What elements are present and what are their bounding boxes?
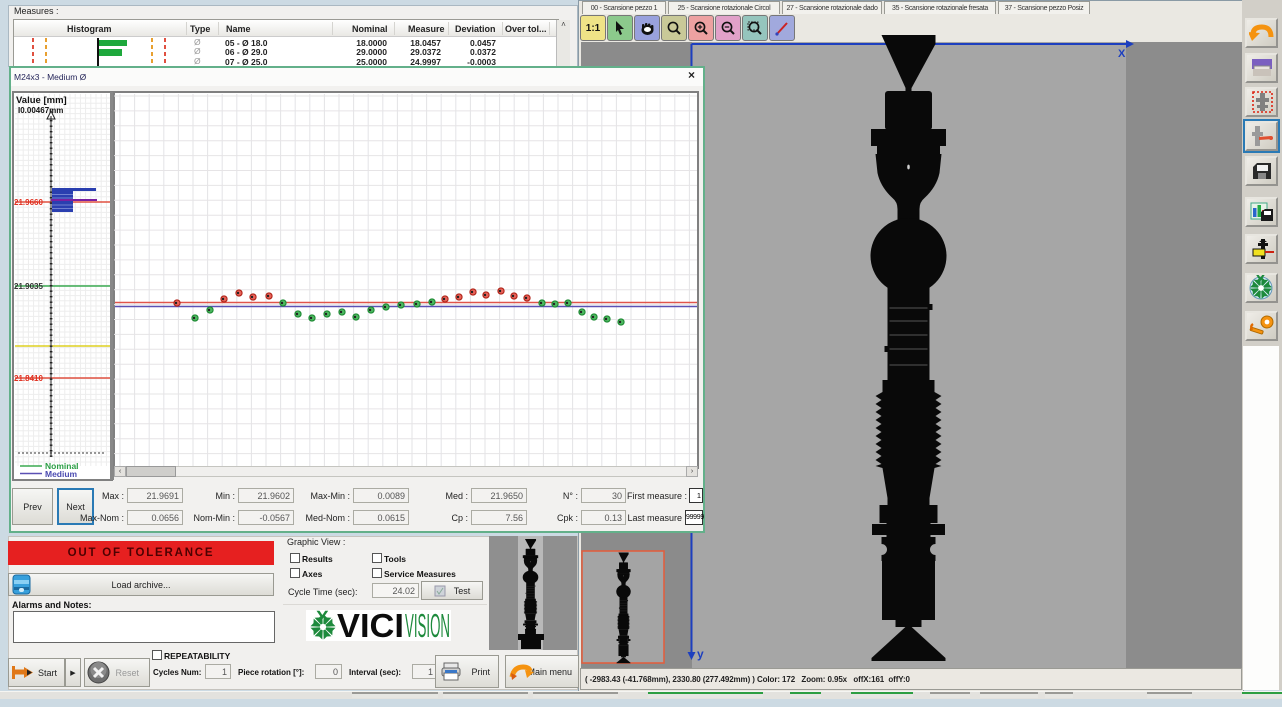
svg-text:X: X xyxy=(1118,48,1126,60)
svg-text:y: y xyxy=(697,647,704,661)
